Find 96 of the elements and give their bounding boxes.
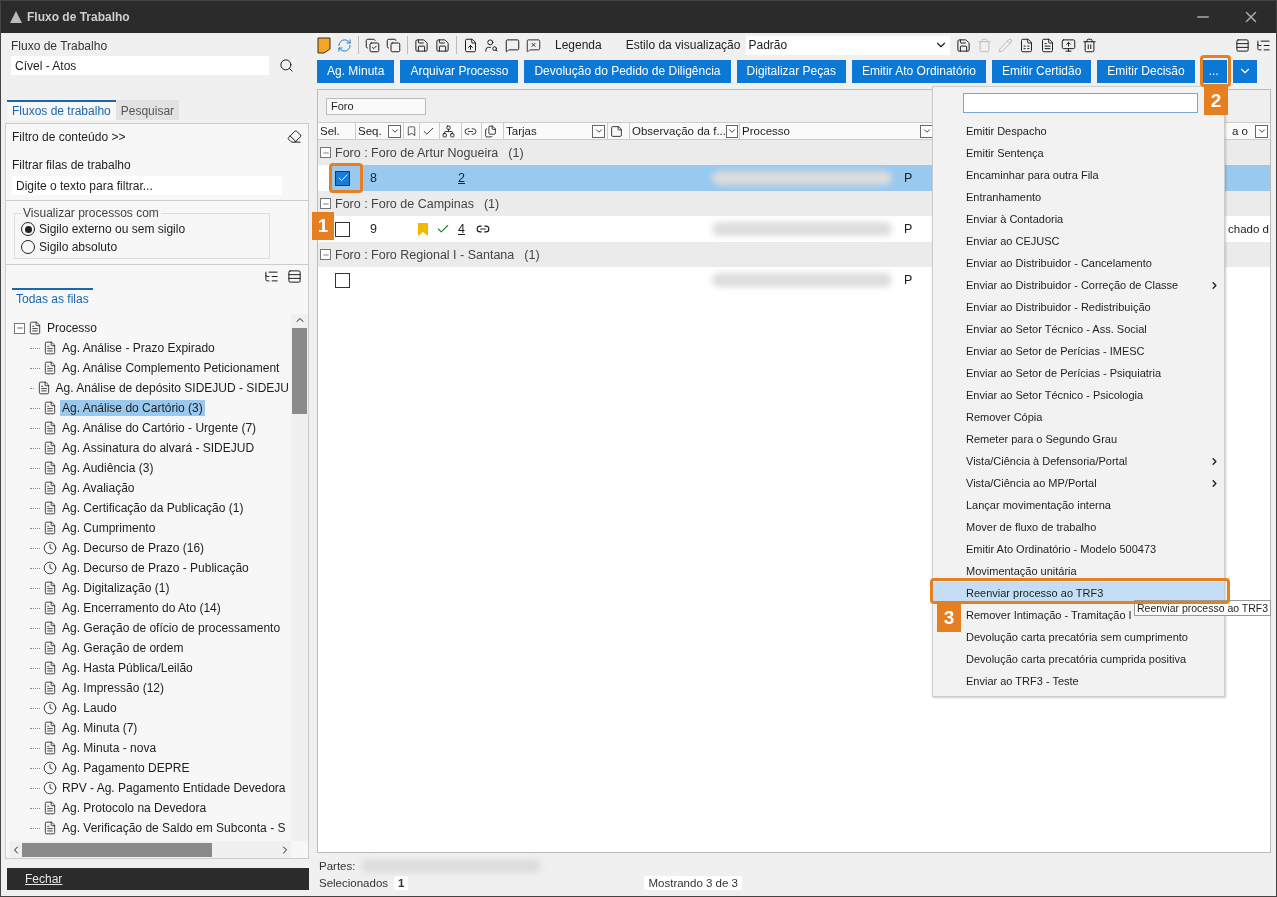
table-cell: P bbox=[904, 222, 913, 236]
close-button[interactable]: Fechar bbox=[7, 868, 309, 890]
action-button[interactable]: Arquivar Processo bbox=[400, 59, 519, 83]
tree-item[interactable]: Ag. Cumprimento bbox=[60, 520, 158, 536]
tree-item[interactable]: RPV - Ag. Pagamento Entidade Devedora bbox=[60, 780, 288, 796]
group-label: Foro : Foro Regional I - Santana bbox=[335, 247, 515, 262]
table-cell: P bbox=[904, 171, 913, 185]
workflow-field[interactable]: Cível - Atos bbox=[11, 56, 269, 75]
tree-item[interactable]: Ag. Audiência (3) bbox=[60, 460, 156, 476]
menu-item[interactable]: Enviar ao Setor de Perícias - Psiquiatria bbox=[933, 362, 1224, 384]
tree-item[interactable]: Ag. Análise Complemento Peticionament bbox=[60, 360, 282, 376]
menu-item[interactable]: Encaminhar para outra Fila bbox=[933, 164, 1224, 186]
callout-badge: 1 bbox=[312, 212, 334, 240]
tree-item[interactable]: Ag. Análise do Cartório (3) bbox=[60, 400, 205, 416]
selected-count: 1 bbox=[394, 876, 409, 890]
menu-item[interactable]: Emitir Sentença bbox=[933, 142, 1224, 164]
style-label: Estilo da visualização bbox=[625, 38, 741, 52]
tree-item[interactable]: Ag. Laudo bbox=[60, 700, 119, 716]
radio-label: Sigilo absoluto bbox=[39, 240, 118, 254]
action-button[interactable]: Emitir Certidão bbox=[991, 59, 1092, 83]
filter-field[interactable]: Digite o texto para filtrar... bbox=[12, 176, 282, 195]
legend-label[interactable]: Legenda bbox=[555, 38, 602, 52]
menu-item[interactable]: Remover Cópia bbox=[933, 406, 1224, 428]
column-header[interactable]: a o bbox=[1230, 123, 1270, 139]
tree-item[interactable]: Ag. Geração de ofício de processamento bbox=[60, 620, 283, 636]
tree-item[interactable]: Ag. Análise de depósito SIDEJUD - SIDEJU bbox=[53, 380, 291, 396]
action-button[interactable]: Ag. Minuta bbox=[317, 59, 395, 83]
group-label: Foro : Foro de Artur Nogueira bbox=[335, 145, 499, 160]
tree-item[interactable]: Ag. Minuta (7) bbox=[60, 720, 140, 736]
tree-item[interactable]: Ag. Análise do Cartório - Urgente (7) bbox=[60, 420, 259, 436]
callout-badge: 2 bbox=[1204, 87, 1228, 115]
group-count: (1) bbox=[508, 145, 524, 160]
tree-item[interactable]: Ag. Decurso de Prazo (16) bbox=[60, 540, 207, 556]
record-count: Mostrando 3 de 3 bbox=[644, 876, 742, 890]
tree-item[interactable]: Ag. Pagamento DEPRE bbox=[60, 760, 192, 776]
tree-item[interactable]: Ag. Impressão (12) bbox=[60, 680, 167, 696]
tree-item[interactable]: Ag. Geração de ordem bbox=[60, 640, 186, 656]
table-cell: 8 bbox=[370, 171, 377, 185]
tree-item[interactable]: Ag. Decurso de Prazo - Publicação bbox=[60, 560, 251, 576]
menu-item[interactable]: Enviar ao Setor Técnico - Psicologia bbox=[933, 384, 1224, 406]
group-by-chip[interactable]: Foro bbox=[326, 97, 426, 115]
tab[interactable]: Fluxos de trabalho bbox=[7, 100, 116, 120]
parts-label: Partes: bbox=[319, 860, 356, 872]
table-cell: P bbox=[904, 273, 913, 287]
menu-item[interactable]: Vista/Ciência à Defensoria/Portal bbox=[933, 450, 1224, 472]
action-button[interactable]: Emitir Ato Ordinatório bbox=[851, 59, 986, 83]
tab[interactable]: Pesquisar bbox=[115, 100, 180, 120]
column-header[interactable]: Tarjas bbox=[504, 123, 608, 139]
radio-label: Sigilo externo ou sem sigilo bbox=[39, 222, 186, 236]
column-header[interactable]: Sel. bbox=[318, 123, 356, 139]
column-header[interactable]: Seq. bbox=[356, 123, 404, 139]
tree-item[interactable]: Ag. Hasta Pública/Leilão bbox=[60, 660, 195, 676]
window-title: Fluxo de Trabalho bbox=[27, 10, 131, 24]
menu-item[interactable]: Enviar ao Distribuidor - Correção de Classe bbox=[933, 274, 1224, 296]
menu-item[interactable]: Remeter para o Segundo Grau bbox=[933, 428, 1224, 450]
tree-item[interactable]: Ag. Análise - Prazo Expirado bbox=[60, 340, 217, 356]
tree-item[interactable]: Ag. Protocolo na Devedora bbox=[60, 800, 209, 816]
menu-item[interactable]: Mover de fluxo de trabalho bbox=[933, 516, 1224, 538]
menu-item[interactable]: Emitir Despacho bbox=[933, 120, 1224, 142]
menu-item[interactable]: Enviar ao Setor Técnico - Ass. Social bbox=[933, 318, 1224, 340]
group-count: (1) bbox=[524, 247, 540, 262]
style-select[interactable]: Padrão bbox=[746, 35, 951, 55]
group-count: (1) bbox=[483, 196, 500, 211]
action-button[interactable]: Digitalizar Peças bbox=[736, 59, 846, 83]
callout-badge: 3 bbox=[937, 604, 961, 632]
tree-item[interactable]: Ag. Assinatura do alvará - SIDEJUD bbox=[60, 440, 257, 456]
content-filter-link[interactable]: Filtro de conteúdo >> bbox=[12, 129, 126, 144]
menu-item[interactable]: Enviar ao Distribuidor - Redistribuição bbox=[933, 296, 1224, 318]
menu-item[interactable]: Devolução carta precatória cumprida positiva bbox=[933, 648, 1224, 670]
action-button[interactable]: Emitir Decisão bbox=[1097, 59, 1195, 83]
menu-item[interactable]: Movimentação unitária bbox=[933, 560, 1224, 582]
tree-item[interactable]: Ag. Minuta - nova bbox=[60, 740, 159, 756]
table-cell: 9 bbox=[370, 222, 377, 236]
table-cell: chado d bbox=[1228, 223, 1270, 235]
action-button[interactable]: Devolução do Pedido de Diligência bbox=[524, 59, 731, 83]
tree-item[interactable]: Ag. Certificação da Publicação (1) bbox=[60, 500, 246, 516]
menu-item[interactable]: Emitir Ato Ordinatório - Modelo 500473 bbox=[933, 538, 1224, 560]
table-link[interactable]: 4 bbox=[458, 222, 465, 236]
menu-item[interactable]: Enviar ao Setor de Perícias - IMESC bbox=[933, 340, 1224, 362]
group-label: Foro : Foro de Campinas bbox=[335, 196, 474, 211]
group-title: Visualizar processos com bbox=[22, 206, 160, 220]
tree-item[interactable]: Ag. Verificação de Saldo em Subconta - S bbox=[60, 820, 288, 836]
tooltip: Reenviar processo ao TRF3 bbox=[1134, 600, 1272, 616]
tree-item[interactable]: Ag. Avaliação bbox=[60, 480, 137, 496]
menu-item[interactable]: Enviar ao TRF3 - Teste bbox=[933, 670, 1224, 692]
tree-item[interactable]: Processo bbox=[45, 320, 100, 336]
tree-item[interactable]: Ag. Encerramento do Ato (14) bbox=[60, 600, 223, 616]
selected-label: Selecionados bbox=[319, 877, 389, 889]
filter-label: Filtrar filas de trabalho bbox=[12, 158, 132, 172]
menu-item[interactable]: Lançar movimentação interna bbox=[933, 494, 1224, 516]
table-link[interactable]: 2 bbox=[458, 171, 465, 185]
field-label: Fluxo de Trabalho bbox=[10, 39, 109, 53]
tree-tab[interactable]: Todas as filas bbox=[12, 288, 93, 308]
tree-item[interactable]: Ag. Digitalização (1) bbox=[60, 580, 172, 596]
column-header[interactable]: Observação da f... bbox=[630, 123, 740, 139]
menu-item[interactable]: Vista/Ciência ao MP/Portal bbox=[933, 472, 1224, 494]
